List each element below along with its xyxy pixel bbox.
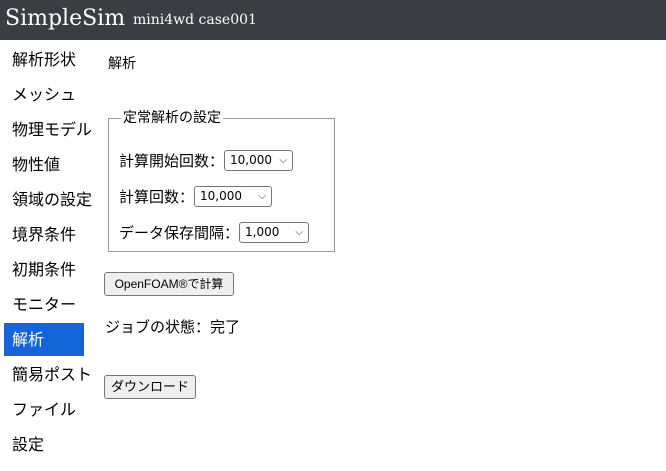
case-name: mini4wd case001 [133,12,257,28]
iterations-row: 計算回数： 10,000 ⌵ [119,186,273,207]
start-iteration-value: 10,000 [230,153,273,167]
sidebar-item-simple-post[interactable]: 簡易ポスト [4,357,92,392]
start-iteration-row: 計算開始回数： 10,000 ⌵ [119,150,294,171]
sidebar-item-physics-model[interactable]: 物理モデル [4,112,92,147]
sidebar: 解析形状 メッシュ 物理モデル 物性値 領域の設定 境界条件 初期条件 モニター… [4,40,96,462]
sidebar-item-monitor[interactable]: モニター [4,287,84,322]
save-interval-label: データ保存間隔： [119,223,240,242]
steady-analysis-legend: 定常解析の設定 [123,110,221,126]
iterations-label: 計算回数： [119,187,195,206]
iterations-value: 10,000 [200,189,243,203]
save-interval-select[interactable]: 1,000 ⌵ [239,222,310,243]
sidebar-item-region-settings[interactable]: 領域の設定 [4,182,92,217]
start-iteration-select[interactable]: 10,000 ⌵ [224,150,294,171]
chevron-down-icon: ⌵ [279,155,288,166]
app-header: SimpleSim mini4wd case001 [0,0,666,40]
save-interval-row: データ保存間隔： 1,000 ⌵ [119,222,310,243]
sidebar-item-file[interactable]: ファイル [4,392,84,427]
sidebar-item-settings[interactable]: 設定 [4,427,84,462]
sidebar-item-material-properties[interactable]: 物性値 [4,147,84,182]
app-title[interactable]: SimpleSim [5,5,125,33]
sidebar-item-initial-conditions[interactable]: 初期条件 [4,252,84,287]
sidebar-item-mesh[interactable]: メッシュ [4,77,84,112]
chevron-down-icon: ⌵ [258,191,267,202]
run-openfoam-button[interactable]: OpenFOAM®で計算 [104,272,234,296]
save-interval-value: 1,000 [245,225,280,239]
sidebar-item-analysis[interactable]: 解析 [4,323,84,356]
start-iteration-label: 計算開始回数： [119,151,225,170]
page-title: 解析 [108,56,136,72]
job-status-text: ジョブの状態：完了 [105,318,241,336]
iterations-select[interactable]: 10,000 ⌵ [194,186,273,207]
chevron-down-icon: ⌵ [295,227,304,238]
download-button[interactable]: ダウンロード [104,375,196,399]
sidebar-item-geometry[interactable]: 解析形状 [4,42,84,77]
sidebar-item-boundary-conditions[interactable]: 境界条件 [4,217,84,252]
steady-analysis-settings: 定常解析の設定 計算開始回数： 10,000 ⌵ 計算回数： 10,000 ⌵ データ保… [108,110,335,252]
